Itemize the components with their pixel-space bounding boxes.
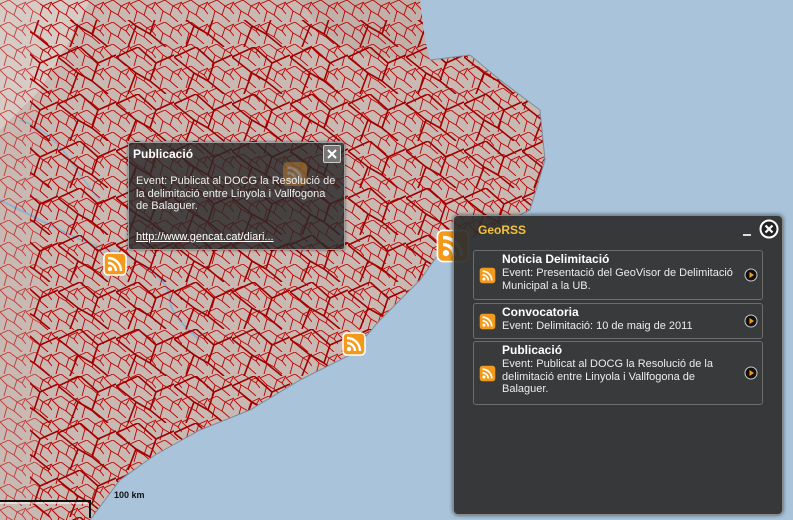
play-arrow-icon[interactable]: [744, 314, 758, 328]
popup-title: Publicació: [133, 147, 194, 161]
rss-marker-coast[interactable]: [342, 332, 366, 356]
rss-feed-icon: [479, 313, 496, 330]
rss-feed-icon: [479, 267, 496, 284]
panel-title: GeoRSS: [478, 223, 527, 237]
feed-item-description: Event: Delimitació: 10 de maig de 2011: [502, 320, 693, 332]
feed-item[interactable]: Publicació Event: Publicat al DOCG la Re…: [473, 341, 763, 405]
feed-item[interactable]: Convocatoria Event: Delimitació: 10 de m…: [473, 303, 763, 339]
rss-marker-west[interactable]: [103, 252, 127, 276]
feed-item[interactable]: Noticia Delimitació Event: Presentació d…: [473, 250, 763, 300]
scale-bar: 100 km: [0, 490, 160, 520]
feed-item-description: Event: Presentació del GeoVisor de Delim…: [502, 267, 733, 292]
feed-item-title: Convocatoria: [502, 305, 579, 319]
popup-link[interactable]: http://www.gencat.cat/diari...: [136, 231, 274, 243]
popup-description: Event: Publicat al DOCG la Resolució de …: [136, 175, 336, 212]
play-arrow-icon[interactable]: [744, 268, 758, 282]
panel-close-button[interactable]: [759, 219, 779, 239]
feed-item-title: Publicació: [502, 343, 563, 357]
rss-feed-icon: [103, 252, 127, 276]
feed-item-description: Event: Publicat al DOCG la Resolució de …: [502, 358, 713, 395]
close-icon: [759, 219, 779, 239]
rss-feed-icon: [479, 365, 496, 382]
popup-close-button[interactable]: [323, 145, 341, 163]
close-icon: [327, 149, 337, 159]
scale-line: [0, 500, 91, 518]
georss-panel: GeoRSS Noticia Delimitació Event: Presen…: [453, 215, 783, 515]
play-arrow-icon[interactable]: [744, 366, 758, 380]
feed-item-title: Noticia Delimitació: [502, 252, 610, 266]
minimize-icon[interactable]: [743, 227, 752, 236]
feature-popup: Publicació Event: Publicat al DOCG la Re…: [128, 142, 345, 250]
rss-feed-icon: [342, 332, 366, 356]
